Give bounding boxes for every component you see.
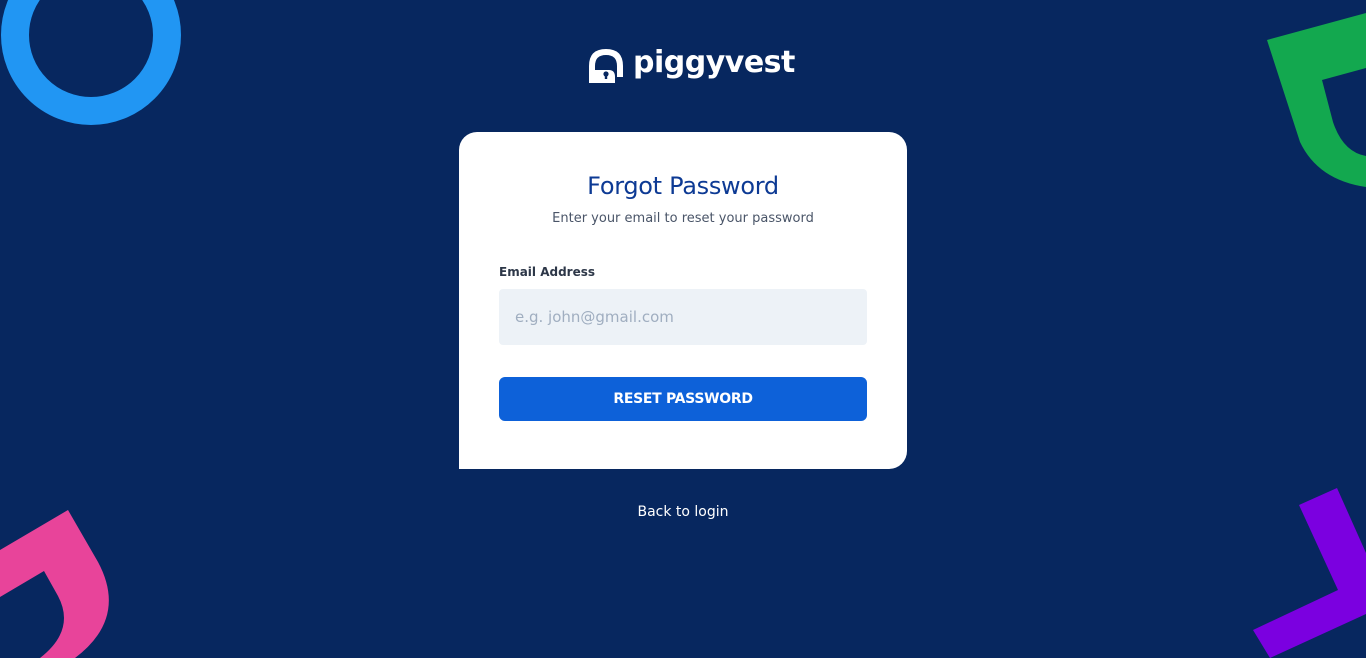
email-input[interactable] (499, 289, 867, 345)
purple-corner-decoration (1253, 488, 1366, 658)
email-label: Email Address (499, 265, 596, 279)
back-to-login-link[interactable]: Back to login (583, 504, 783, 520)
piggyvest-logo[interactable]: piggyvest (587, 45, 795, 86)
reset-password-button[interactable]: RESET PASSWORD (499, 377, 867, 421)
card-title: Forgot Password (587, 172, 779, 200)
card-subtitle: Enter your email to reset your password (552, 211, 814, 226)
pink-arc-decoration (0, 510, 109, 658)
forgot-password-page: piggyvest Forgot Password Enter your ema… (0, 0, 1366, 658)
blue-ring-decoration (1, 0, 181, 125)
forgot-password-card: Forgot Password Enter your email to rese… (459, 132, 907, 469)
brand-name: piggyvest (633, 45, 795, 80)
piggyvest-lock-icon (589, 49, 623, 83)
green-arc-decoration (1267, 13, 1366, 187)
